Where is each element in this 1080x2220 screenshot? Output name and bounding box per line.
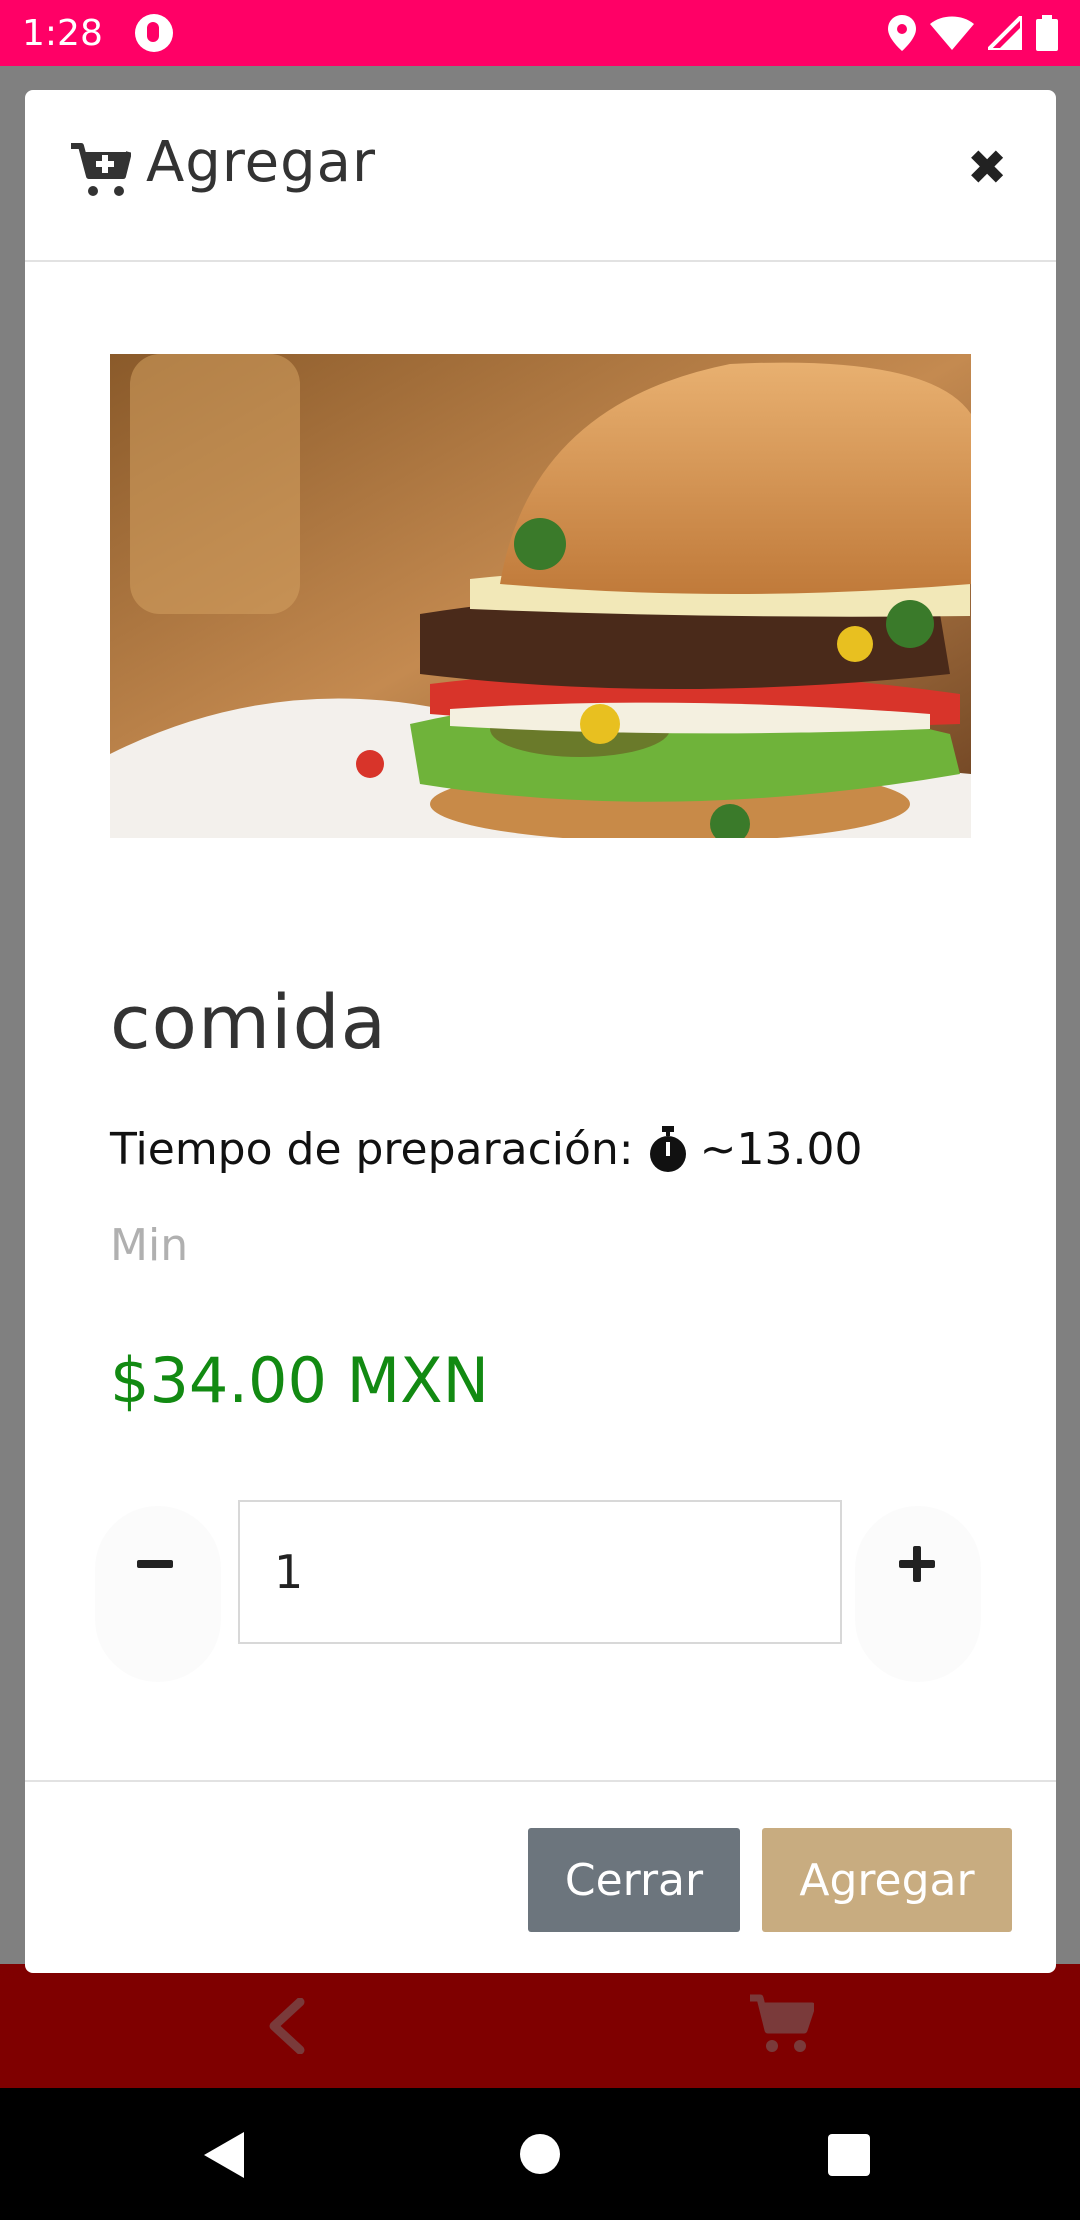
add-button[interactable]: Agregar: [762, 1828, 1012, 1932]
product-name: comida: [110, 980, 387, 1066]
system-home-icon[interactable]: [520, 2134, 560, 2174]
plus-icon[interactable]: [855, 1506, 981, 1682]
battery-icon: [1036, 15, 1058, 51]
wifi-icon: [930, 16, 974, 50]
close-button[interactable]: Cerrar: [528, 1828, 740, 1932]
add-to-cart-modal: Agregar ✖ comida Tiempo de preparación: …: [25, 90, 1056, 1973]
modal-title: Agregar: [146, 130, 376, 195]
cart-plus-icon: [71, 143, 131, 196]
cart-icon[interactable]: [748, 1994, 814, 2054]
close-icon[interactable]: ✖: [967, 144, 1007, 192]
quantity-input[interactable]: [238, 1500, 842, 1644]
signal-icon: [988, 16, 1022, 50]
bottom-app-nav: [0, 1964, 1080, 2088]
prep-time-line: Tiempo de preparación: ~13.00: [110, 1124, 862, 1175]
status-bar: 1:28: [0, 0, 1080, 66]
system-back-icon[interactable]: [204, 2132, 244, 2178]
system-nav-bar: [0, 2088, 1080, 2220]
status-time: 1:28: [22, 12, 103, 54]
product-image: [110, 354, 971, 838]
back-chevron-icon[interactable]: [266, 1998, 306, 2054]
modal-header: Agregar ✖: [25, 90, 1056, 262]
status-icons: [888, 15, 1058, 51]
prep-time-value: ~13.00: [699, 1124, 863, 1175]
prep-time-unit: Min: [110, 1220, 189, 1271]
product-price: $34.00 MXN: [110, 1344, 489, 1417]
burger-photo: [110, 354, 971, 838]
system-recents-icon[interactable]: [828, 2134, 870, 2176]
modal-footer: Cerrar Agregar: [25, 1780, 1056, 1973]
stopwatch-icon: [649, 1125, 686, 1172]
location-icon: [888, 15, 916, 51]
prep-time-label: Tiempo de preparación:: [110, 1124, 634, 1175]
app-notification-icon: [134, 14, 173, 52]
quantity-stepper: [25, 1500, 1056, 1700]
minus-icon[interactable]: [95, 1506, 221, 1682]
